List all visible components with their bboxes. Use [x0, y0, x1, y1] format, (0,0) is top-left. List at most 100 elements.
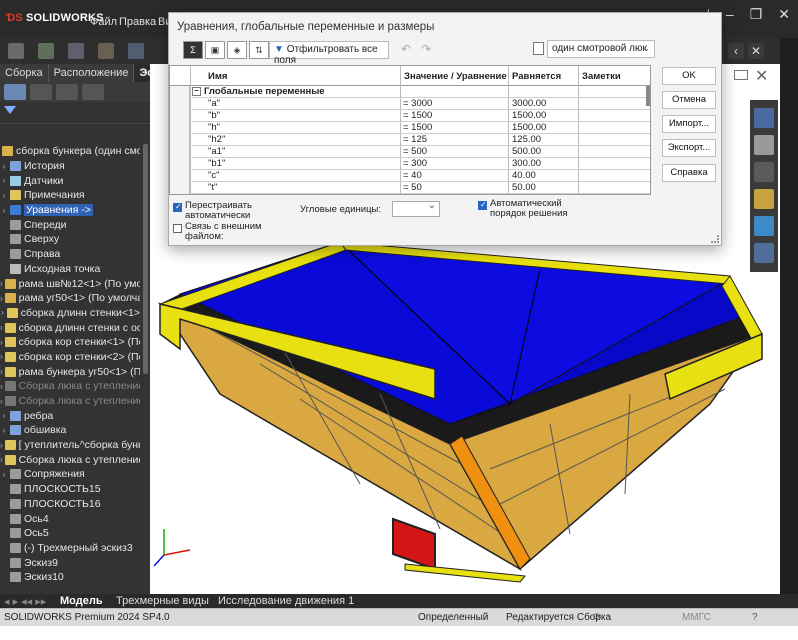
- row-header[interactable]: [170, 134, 190, 146]
- tree-item[interactable]: › рама бункера уг50<1> (По: [0, 364, 140, 379]
- auto-order-checkbox[interactable]: [478, 200, 487, 210]
- sketch-equation-view-icon[interactable]: ▣: [205, 41, 225, 59]
- tree-scrollbar[interactable]: [143, 144, 148, 374]
- custom-properties-icon[interactable]: [754, 243, 774, 263]
- insert-component-icon[interactable]: [8, 43, 24, 59]
- variable-value[interactable]: = 50: [403, 182, 422, 193]
- equation-row[interactable]: "h2" = 125 125.00: [170, 134, 650, 146]
- filter-all-fields[interactable]: ▼ Отфильтровать все поля: [269, 41, 389, 66]
- variable-name[interactable]: "c": [208, 170, 220, 181]
- row-header[interactable]: [170, 158, 190, 170]
- variable-value[interactable]: = 125: [403, 134, 427, 145]
- minimize-icon[interactable]: –: [726, 6, 734, 23]
- expand-icon[interactable]: ›: [0, 441, 3, 450]
- variable-name[interactable]: "h2": [208, 134, 225, 145]
- variable-value[interactable]: = 300: [403, 158, 427, 169]
- expand-icon[interactable]: ›: [0, 352, 3, 361]
- expand-icon[interactable]: ›: [0, 426, 8, 435]
- col-notes[interactable]: Заметки: [582, 71, 621, 82]
- expand-icon[interactable]: ›: [0, 338, 3, 347]
- variable-value[interactable]: = 500: [403, 146, 427, 157]
- tree-item[interactable]: сборка бункера (один смотровой люк): [0, 144, 140, 159]
- restore-icon[interactable]: ❐: [750, 6, 763, 23]
- variable-name[interactable]: "t": [208, 182, 217, 193]
- row-header[interactable]: [170, 122, 190, 134]
- tree-item[interactable]: Сверху: [0, 232, 140, 247]
- row-header[interactable]: [170, 98, 190, 110]
- tree-item[interactable]: › рама шв№12<1> (По умолчанию): [0, 276, 140, 291]
- expand-icon[interactable]: ›: [0, 455, 3, 464]
- variable-name[interactable]: "b1": [208, 158, 225, 169]
- expand-icon[interactable]: ›: [0, 162, 8, 171]
- auto-rebuild-checkbox[interactable]: [173, 202, 182, 212]
- ordered-view-icon[interactable]: ⇅: [249, 41, 269, 59]
- help-icon[interactable]: ?: [752, 612, 758, 623]
- tree-item[interactable]: › Примечания: [0, 188, 140, 203]
- expand-icon[interactable]: ›: [0, 206, 8, 215]
- inspection-hatch[interactable]: [392, 517, 436, 571]
- tree-item[interactable]: › сборка длинн стенки<1>: [0, 306, 140, 321]
- rebuild-icon[interactable]: ⟳: [593, 612, 601, 623]
- tree-item[interactable]: › Сборка люка с утеплением: [0, 452, 140, 467]
- import-button[interactable]: Импорт...: [662, 115, 716, 133]
- help-button[interactable]: Справка: [662, 164, 716, 182]
- folder-icon[interactable]: [754, 162, 774, 182]
- resources-icon[interactable]: [754, 135, 774, 155]
- appearances-icon[interactable]: [754, 216, 774, 236]
- variable-value[interactable]: = 1500: [403, 122, 432, 133]
- col-evaluates[interactable]: Равняется: [512, 71, 561, 82]
- assembly-features-icon[interactable]: [128, 43, 144, 59]
- expand-icon[interactable]: ›: [0, 176, 8, 185]
- global-variables-section[interactable]: – Глобальные переменные: [170, 86, 650, 98]
- undo-icon[interactable]: ↶: [401, 42, 411, 56]
- expand-icon[interactable]: ›: [0, 397, 3, 406]
- expand-icon[interactable]: ›: [0, 294, 3, 303]
- equation-view-icon[interactable]: Σ: [183, 41, 203, 59]
- feature-tree-tab-icon[interactable]: [4, 84, 26, 100]
- tree-item[interactable]: ПЛОСКОСТЬ15: [0, 482, 140, 497]
- variable-name[interactable]: "b": [208, 110, 220, 121]
- equation-row[interactable]: "t" = 50 50.00: [170, 182, 650, 194]
- tab-3d-views[interactable]: Трехмерные виды: [116, 595, 209, 607]
- tab-layout[interactable]: Расположение: [49, 64, 135, 82]
- tab-nav-icon[interactable]: ◂ ▸ ◂◂ ▸▸: [4, 595, 46, 608]
- expand-icon[interactable]: ›: [0, 323, 3, 332]
- row-header[interactable]: [170, 182, 190, 194]
- variable-name[interactable]: "a1": [208, 146, 225, 157]
- tree-item[interactable]: Исходная точка: [0, 262, 140, 277]
- status-units[interactable]: ММГС: [682, 612, 711, 623]
- variable-value[interactable]: = 1500: [403, 110, 432, 121]
- variable-value[interactable]: = 40: [403, 170, 422, 181]
- equation-row[interactable]: "a" = 3000 3000.00: [170, 98, 650, 110]
- angular-units-select[interactable]: [392, 200, 440, 217]
- expand-icon[interactable]: ‹: [728, 43, 744, 59]
- configuration-select[interactable]: один смотровой люк ⌄: [547, 40, 655, 58]
- tree-item[interactable]: Эскиз9: [0, 555, 140, 570]
- equation-row[interactable]: "b" = 1500 1500.00: [170, 110, 650, 122]
- variable-value[interactable]: = 3000: [403, 98, 432, 109]
- home-icon[interactable]: [754, 108, 774, 128]
- dimxpert-tab-icon[interactable]: [82, 84, 104, 100]
- expand-icon[interactable]: ›: [0, 191, 8, 200]
- tree-item[interactable]: › Уравнения ->: [0, 203, 140, 218]
- dimension-view-icon[interactable]: ◈: [227, 41, 247, 59]
- tree-item[interactable]: › сборка кор стенки<1> (По: [0, 335, 140, 350]
- col-name[interactable]: Имя: [208, 71, 227, 82]
- row-header[interactable]: [170, 110, 190, 122]
- tree-item[interactable]: › ребра: [0, 408, 140, 423]
- tree-item[interactable]: › рама уг50<1> (По умолчанию): [0, 291, 140, 306]
- close-icon[interactable]: ✕: [778, 6, 790, 23]
- tree-item[interactable]: › [ утеплитель^сборка бункера: [0, 438, 140, 453]
- pattern-icon[interactable]: [68, 43, 84, 59]
- viewport-restore-icon[interactable]: [734, 70, 748, 80]
- export-button[interactable]: Экспорт...: [662, 139, 716, 157]
- expand-icon[interactable]: ›: [0, 367, 3, 376]
- tree-item[interactable]: Эскиз10: [0, 570, 140, 585]
- view-palette-icon[interactable]: [754, 189, 774, 209]
- equation-row[interactable]: "b1" = 300 300.00: [170, 158, 650, 170]
- property-manager-tab-icon[interactable]: [30, 84, 52, 100]
- menu-edit[interactable]: Правка: [119, 16, 156, 28]
- close-panel-icon[interactable]: ✕: [748, 43, 764, 59]
- expand-icon[interactable]: ›: [0, 470, 8, 479]
- row-header[interactable]: [170, 170, 190, 182]
